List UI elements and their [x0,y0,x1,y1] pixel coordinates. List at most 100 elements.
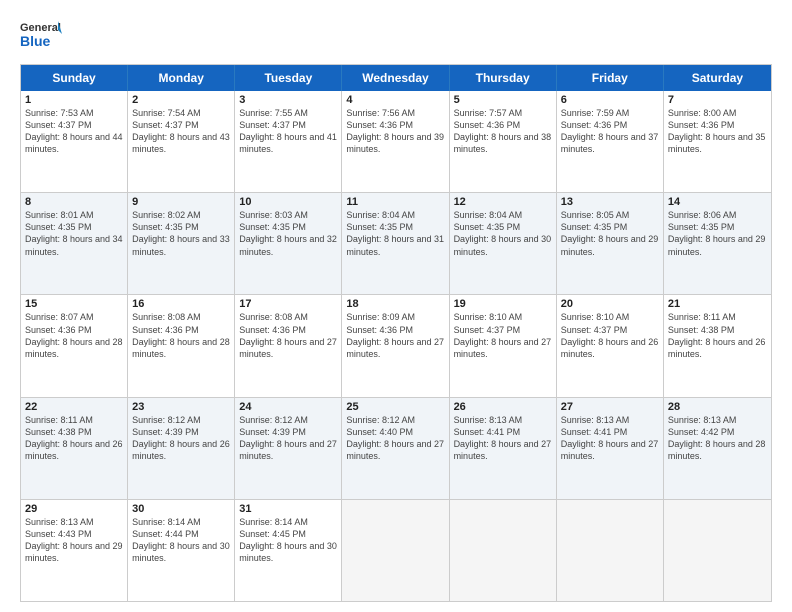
day-info: Sunrise: 8:11 AM Sunset: 4:38 PM Dayligh… [25,414,123,463]
day-number: 17 [239,298,337,310]
table-row: 24 Sunrise: 8:12 AM Sunset: 4:39 PM Dayl… [235,398,342,499]
header: General Blue [20,16,772,56]
day-number: 28 [668,401,767,413]
header-cell-sunday: Sunday [21,65,128,91]
table-row: 26 Sunrise: 8:13 AM Sunset: 4:41 PM Dayl… [450,398,557,499]
day-number: 24 [239,401,337,413]
day-number: 21 [668,298,767,310]
day-number: 14 [668,196,767,208]
day-info: Sunrise: 8:10 AM Sunset: 4:37 PM Dayligh… [454,311,552,360]
day-info: Sunrise: 7:59 AM Sunset: 4:36 PM Dayligh… [561,107,659,156]
calendar-row: 22 Sunrise: 8:11 AM Sunset: 4:38 PM Dayl… [21,398,771,500]
calendar: SundayMondayTuesdayWednesdayThursdayFrid… [20,64,772,602]
day-info: Sunrise: 7:56 AM Sunset: 4:36 PM Dayligh… [346,107,444,156]
day-number: 13 [561,196,659,208]
table-row [342,500,449,601]
table-row: 28 Sunrise: 8:13 AM Sunset: 4:42 PM Dayl… [664,398,771,499]
table-row: 9 Sunrise: 8:02 AM Sunset: 4:35 PM Dayli… [128,193,235,294]
table-row: 10 Sunrise: 8:03 AM Sunset: 4:35 PM Dayl… [235,193,342,294]
day-info: Sunrise: 7:54 AM Sunset: 4:37 PM Dayligh… [132,107,230,156]
calendar-row: 15 Sunrise: 8:07 AM Sunset: 4:36 PM Dayl… [21,295,771,397]
table-row: 3 Sunrise: 7:55 AM Sunset: 4:37 PM Dayli… [235,91,342,192]
table-row: 25 Sunrise: 8:12 AM Sunset: 4:40 PM Dayl… [342,398,449,499]
table-row: 4 Sunrise: 7:56 AM Sunset: 4:36 PM Dayli… [342,91,449,192]
day-number: 20 [561,298,659,310]
table-row: 29 Sunrise: 8:13 AM Sunset: 4:43 PM Dayl… [21,500,128,601]
table-row: 21 Sunrise: 8:11 AM Sunset: 4:38 PM Dayl… [664,295,771,396]
header-cell-tuesday: Tuesday [235,65,342,91]
day-info: Sunrise: 8:07 AM Sunset: 4:36 PM Dayligh… [25,311,123,360]
day-number: 8 [25,196,123,208]
table-row: 11 Sunrise: 8:04 AM Sunset: 4:35 PM Dayl… [342,193,449,294]
day-info: Sunrise: 7:57 AM Sunset: 4:36 PM Dayligh… [454,107,552,156]
table-row: 20 Sunrise: 8:10 AM Sunset: 4:37 PM Dayl… [557,295,664,396]
day-info: Sunrise: 8:10 AM Sunset: 4:37 PM Dayligh… [561,311,659,360]
table-row: 8 Sunrise: 8:01 AM Sunset: 4:35 PM Dayli… [21,193,128,294]
day-number: 3 [239,94,337,106]
table-row: 17 Sunrise: 8:08 AM Sunset: 4:36 PM Dayl… [235,295,342,396]
table-row: 13 Sunrise: 8:05 AM Sunset: 4:35 PM Dayl… [557,193,664,294]
table-row: 12 Sunrise: 8:04 AM Sunset: 4:35 PM Dayl… [450,193,557,294]
day-info: Sunrise: 8:03 AM Sunset: 4:35 PM Dayligh… [239,209,337,258]
day-info: Sunrise: 8:08 AM Sunset: 4:36 PM Dayligh… [239,311,337,360]
table-row: 16 Sunrise: 8:08 AM Sunset: 4:36 PM Dayl… [128,295,235,396]
day-info: Sunrise: 8:00 AM Sunset: 4:36 PM Dayligh… [668,107,767,156]
day-number: 1 [25,94,123,106]
day-number: 5 [454,94,552,106]
day-number: 4 [346,94,444,106]
day-number: 27 [561,401,659,413]
day-info: Sunrise: 8:14 AM Sunset: 4:44 PM Dayligh… [132,516,230,565]
day-number: 16 [132,298,230,310]
day-info: Sunrise: 8:04 AM Sunset: 4:35 PM Dayligh… [454,209,552,258]
calendar-body: 1 Sunrise: 7:53 AM Sunset: 4:37 PM Dayli… [21,91,771,601]
day-number: 2 [132,94,230,106]
day-number: 25 [346,401,444,413]
table-row: 30 Sunrise: 8:14 AM Sunset: 4:44 PM Dayl… [128,500,235,601]
day-info: Sunrise: 8:05 AM Sunset: 4:35 PM Dayligh… [561,209,659,258]
table-row: 18 Sunrise: 8:09 AM Sunset: 4:36 PM Dayl… [342,295,449,396]
table-row [557,500,664,601]
day-number: 23 [132,401,230,413]
day-info: Sunrise: 8:09 AM Sunset: 4:36 PM Dayligh… [346,311,444,360]
header-cell-thursday: Thursday [450,65,557,91]
day-info: Sunrise: 8:13 AM Sunset: 4:42 PM Dayligh… [668,414,767,463]
table-row: 19 Sunrise: 8:10 AM Sunset: 4:37 PM Dayl… [450,295,557,396]
table-row: 15 Sunrise: 8:07 AM Sunset: 4:36 PM Dayl… [21,295,128,396]
header-cell-wednesday: Wednesday [342,65,449,91]
day-number: 15 [25,298,123,310]
day-info: Sunrise: 8:01 AM Sunset: 4:35 PM Dayligh… [25,209,123,258]
calendar-row: 8 Sunrise: 8:01 AM Sunset: 4:35 PM Dayli… [21,193,771,295]
table-row: 22 Sunrise: 8:11 AM Sunset: 4:38 PM Dayl… [21,398,128,499]
day-info: Sunrise: 8:08 AM Sunset: 4:36 PM Dayligh… [132,311,230,360]
day-number: 11 [346,196,444,208]
header-cell-friday: Friday [557,65,664,91]
day-number: 19 [454,298,552,310]
logo: General Blue [20,16,62,56]
day-info: Sunrise: 8:14 AM Sunset: 4:45 PM Dayligh… [239,516,337,565]
day-info: Sunrise: 8:06 AM Sunset: 4:35 PM Dayligh… [668,209,767,258]
day-info: Sunrise: 8:04 AM Sunset: 4:35 PM Dayligh… [346,209,444,258]
day-number: 26 [454,401,552,413]
logo-svg: General Blue [20,16,62,56]
table-row: 7 Sunrise: 8:00 AM Sunset: 4:36 PM Dayli… [664,91,771,192]
table-row: 31 Sunrise: 8:14 AM Sunset: 4:45 PM Dayl… [235,500,342,601]
day-info: Sunrise: 8:12 AM Sunset: 4:39 PM Dayligh… [132,414,230,463]
calendar-row: 1 Sunrise: 7:53 AM Sunset: 4:37 PM Dayli… [21,91,771,193]
header-cell-monday: Monday [128,65,235,91]
day-info: Sunrise: 8:13 AM Sunset: 4:41 PM Dayligh… [454,414,552,463]
table-row [450,500,557,601]
calendar-header: SundayMondayTuesdayWednesdayThursdayFrid… [21,65,771,91]
day-number: 6 [561,94,659,106]
table-row: 2 Sunrise: 7:54 AM Sunset: 4:37 PM Dayli… [128,91,235,192]
table-row: 27 Sunrise: 8:13 AM Sunset: 4:41 PM Dayl… [557,398,664,499]
day-info: Sunrise: 8:12 AM Sunset: 4:39 PM Dayligh… [239,414,337,463]
day-info: Sunrise: 8:11 AM Sunset: 4:38 PM Dayligh… [668,311,767,360]
table-row: 23 Sunrise: 8:12 AM Sunset: 4:39 PM Dayl… [128,398,235,499]
day-number: 10 [239,196,337,208]
table-row [664,500,771,601]
day-number: 18 [346,298,444,310]
header-cell-saturday: Saturday [664,65,771,91]
calendar-row: 29 Sunrise: 8:13 AM Sunset: 4:43 PM Dayl… [21,500,771,601]
day-number: 29 [25,503,123,515]
day-number: 7 [668,94,767,106]
